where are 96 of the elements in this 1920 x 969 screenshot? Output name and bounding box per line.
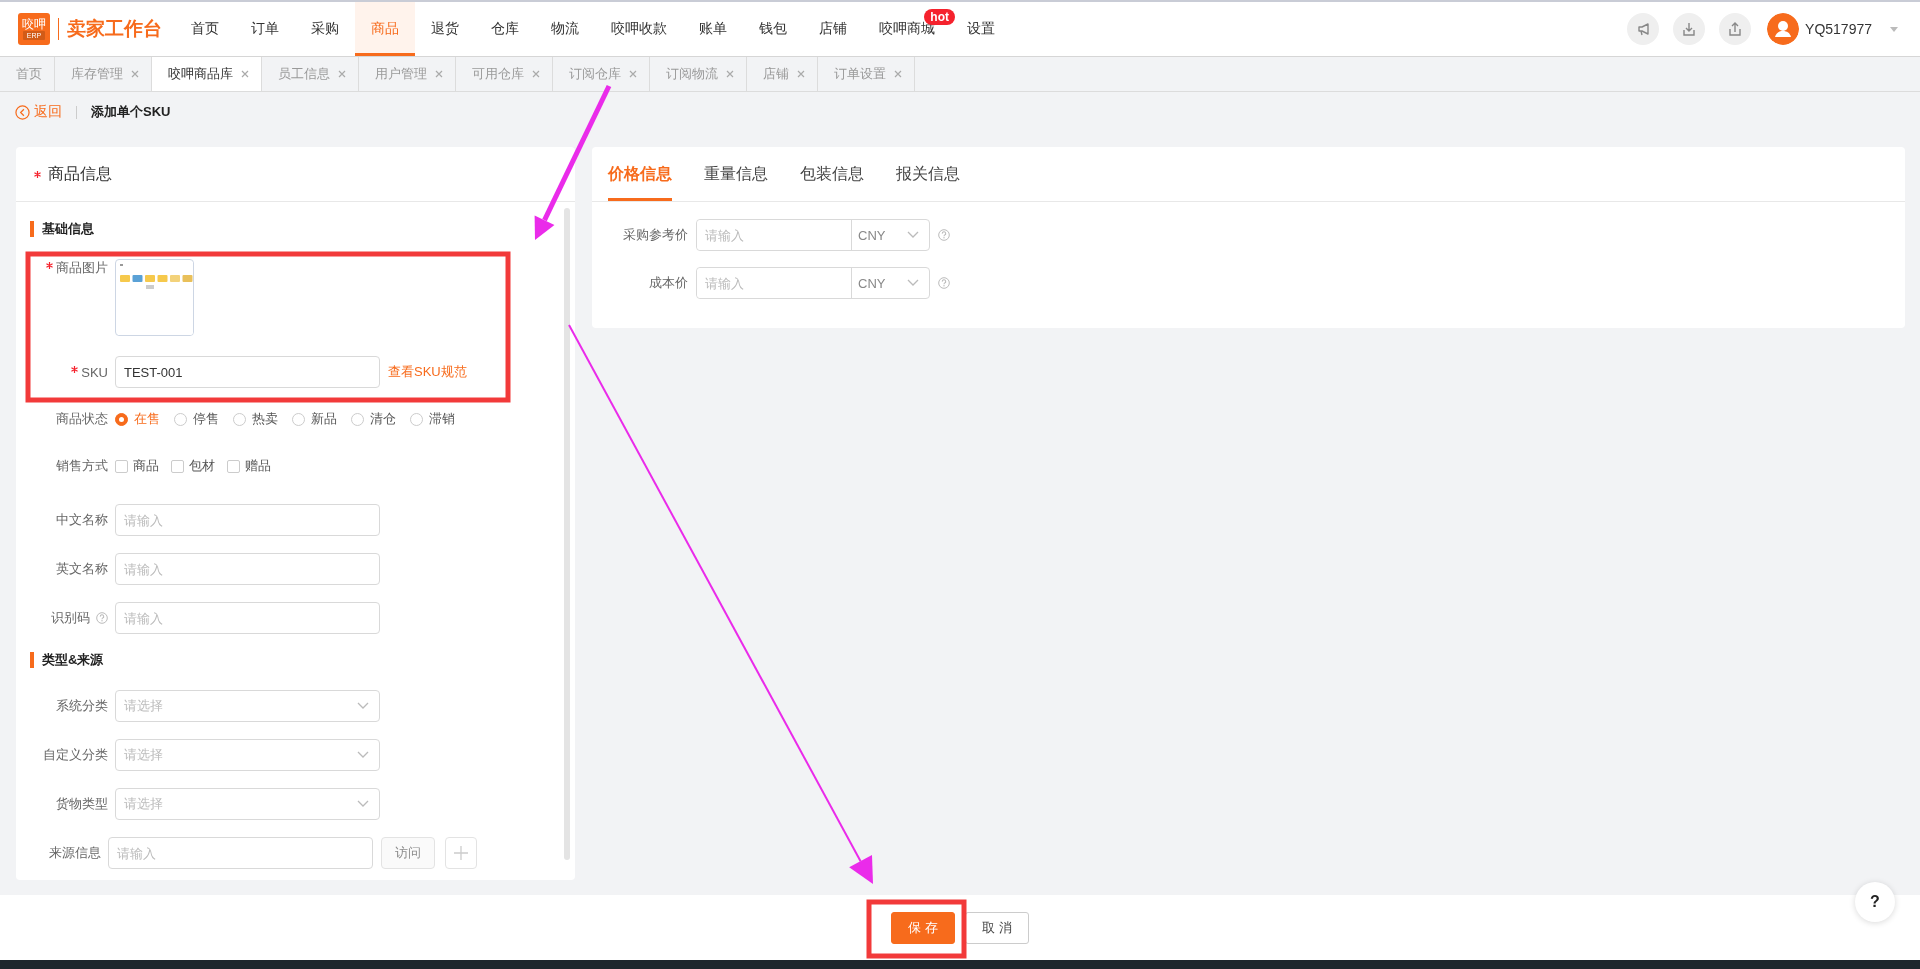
price-field[interactable]: 请输入 CNY [696, 267, 930, 299]
nav-item[interactable]: 物流 [535, 2, 595, 56]
close-icon[interactable] [131, 70, 139, 78]
input-field[interactable]: 请输入 [115, 553, 380, 585]
page-title: 添加单个SKU [91, 103, 171, 121]
nav-item[interactable]: 订单 [235, 2, 295, 56]
checkbox[interactable] [227, 459, 240, 473]
currency-select[interactable]: CNY [852, 220, 929, 250]
radio-option[interactable]: 停售 [174, 403, 219, 435]
field-label: 英文名称 [56, 560, 108, 578]
price-field[interactable]: 请输入 CNY [696, 219, 930, 251]
input-field[interactable]: 请输入 [115, 504, 380, 536]
field-label: 来源信息 [49, 844, 101, 862]
checkbox[interactable] [115, 459, 128, 473]
close-icon[interactable] [338, 70, 346, 78]
radio-button[interactable] [174, 412, 187, 426]
card-title: 商品信息 [48, 163, 112, 184]
field-label: 中文名称 [56, 511, 108, 529]
field-label: 商品图片 [56, 259, 108, 277]
radio-option[interactable]: 滞销 [410, 403, 455, 435]
detail-tab[interactable]: 报关信息 [896, 147, 960, 201]
page-tab[interactable]: 咬呷商品库 [152, 57, 262, 91]
app-title: 卖家工作台 [67, 17, 162, 41]
help-button[interactable]: ? [1855, 882, 1895, 922]
chevron-down-icon [907, 231, 919, 239]
detail-tab[interactable]: 包装信息 [800, 147, 864, 201]
checkbox[interactable] [171, 459, 184, 473]
radio-button[interactable] [233, 412, 246, 426]
close-icon[interactable] [629, 70, 637, 78]
radio-button[interactable] [292, 412, 305, 426]
option-label: 清仓 [370, 410, 396, 428]
close-icon[interactable] [532, 70, 540, 78]
radio-button[interactable] [115, 412, 128, 426]
input-field[interactable]: TEST-001 [115, 356, 380, 388]
close-icon[interactable] [894, 70, 902, 78]
plus-icon [454, 846, 468, 860]
option-label: 新品 [311, 410, 337, 428]
nav-item[interactable]: 首页 [175, 2, 235, 56]
nav-item[interactable]: 店铺 [803, 2, 863, 56]
field-label: 自定义分类 [43, 746, 108, 764]
field-label: 采购参考价 [622, 226, 689, 244]
nav-item[interactable]: 采购 [295, 2, 355, 56]
currency-select[interactable]: CNY [852, 268, 929, 298]
radio-option[interactable]: 新品 [292, 403, 337, 435]
chevron-down-icon [357, 751, 369, 759]
field-label: 商品状态 [56, 410, 108, 428]
chevron-down-icon [357, 702, 369, 710]
nav-item[interactable]: 退货 [415, 2, 475, 56]
field-label: 销售方式 [56, 457, 108, 475]
add-button[interactable] [445, 837, 477, 869]
input-field[interactable]: 请输入 [108, 837, 373, 869]
logo-text: 咬呷 [22, 18, 46, 31]
option-label: 停售 [193, 410, 219, 428]
detail-tab[interactable]: 重量信息 [704, 147, 768, 201]
radio-button[interactable] [410, 412, 423, 426]
input-field[interactable]: 请输入 [115, 602, 380, 634]
nav-item[interactable]: 钱包 [743, 2, 803, 56]
cancel-button[interactable]: 取 消 [965, 911, 1029, 944]
radio-button[interactable] [351, 412, 364, 426]
help-icon[interactable] [96, 612, 108, 624]
option-label: 商品 [133, 457, 159, 475]
user-name[interactable]: YQ517977 [1805, 21, 1872, 37]
close-icon[interactable] [726, 70, 734, 78]
back-icon [15, 104, 30, 120]
nav-item[interactable]: 账单 [683, 2, 743, 56]
nav-item[interactable]: 仓库 [475, 2, 535, 56]
radio-option[interactable]: 热卖 [233, 403, 278, 435]
section-title: 类型&来源 [42, 651, 104, 669]
help-icon[interactable] [938, 229, 950, 241]
field-label: 货物类型 [56, 795, 108, 813]
announce-button[interactable] [1627, 13, 1660, 45]
avatar-icon[interactable] [1767, 13, 1800, 45]
field-label: 成本价 [648, 274, 689, 292]
chevron-down-icon [907, 279, 919, 287]
close-icon[interactable] [797, 70, 805, 78]
nav-item[interactable]: 咬呷收款 [595, 2, 683, 56]
help-icon[interactable] [938, 277, 950, 289]
option-label: 在售 [134, 410, 160, 428]
scrollbar[interactable] [564, 208, 570, 860]
close-icon[interactable] [241, 70, 249, 78]
field-label: 识别码 [51, 609, 90, 627]
field-label: 系统分类 [56, 697, 108, 715]
input-field[interactable]: 请输入 [697, 268, 852, 298]
option-label: 包材 [189, 457, 215, 475]
radio-option[interactable]: 清仓 [351, 403, 396, 435]
option-label: 滞销 [429, 410, 455, 428]
chevron-down-icon [357, 800, 369, 808]
input-field[interactable]: 请输入 [697, 220, 852, 250]
option-label: 热卖 [252, 410, 278, 428]
option-label: 赠品 [245, 457, 271, 475]
close-icon[interactable] [435, 70, 443, 78]
section-title: 基础信息 [42, 220, 94, 238]
upload-button[interactable] [1719, 13, 1752, 45]
field-label: SKU [81, 364, 108, 380]
hot-badge: hot [924, 9, 955, 25]
download-button[interactable] [1673, 13, 1706, 45]
